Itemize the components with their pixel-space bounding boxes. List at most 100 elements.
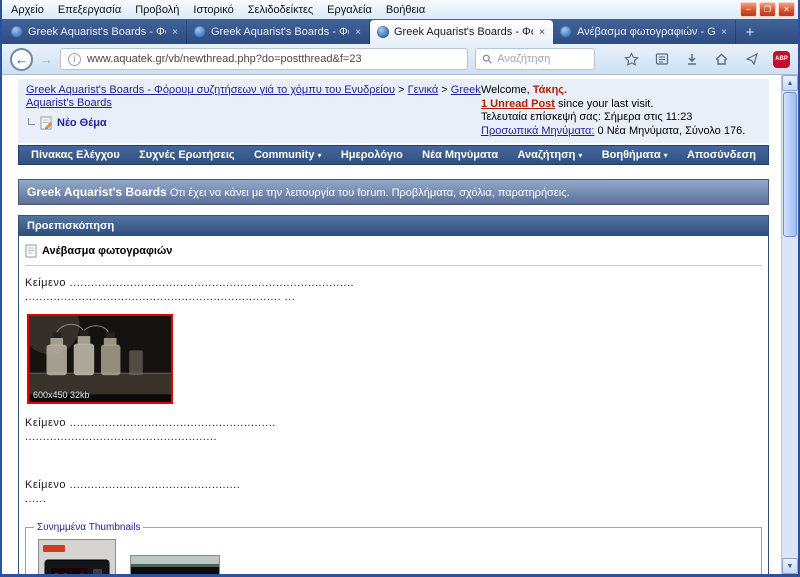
chevron-down-icon: ▾ (664, 151, 668, 160)
tab-close-icon[interactable]: × (720, 27, 728, 38)
scrollbar-thumb[interactable] (783, 92, 797, 237)
tab-title: Greek Aquarist's Boards - Φό... (28, 26, 166, 38)
minimize-button[interactable]: – (740, 2, 757, 17)
preview-panel: Προεπισκόπηση Ανέβασμα φωτογραφιών Κείμε… (18, 215, 769, 574)
post-icon (25, 244, 37, 258)
tab-close-icon[interactable]: × (354, 27, 362, 38)
breadcrumb-category-link[interactable]: Γενικά (408, 84, 439, 96)
site-favicon-icon (11, 26, 23, 38)
menu-edit[interactable]: Επεξεργασία (51, 2, 128, 18)
branch-icon (28, 118, 35, 125)
aquarium-photo (131, 556, 219, 574)
menu-bar: Αρχείο Επεξεργασία Προβολή Ιστορικό Σελι… (2, 0, 798, 19)
site-favicon-icon (560, 26, 572, 38)
chevron-down-icon: ▾ (317, 151, 321, 160)
navbar-item-control-panel[interactable]: Πίνακας Ελέγχου (31, 149, 120, 161)
downloads-icon[interactable] (683, 51, 700, 68)
bookmark-star-icon[interactable] (623, 51, 640, 68)
svg-text:28.8: 28.8 (53, 572, 87, 574)
new-thread-icon (40, 116, 52, 130)
window-controls: – ❐ ✕ (740, 2, 796, 17)
scroll-up-button[interactable]: ▲ (782, 75, 798, 91)
home-icon[interactable] (713, 51, 730, 68)
site-favicon-icon (377, 26, 389, 38)
welcome-panel: Welcome, Τάκης. 1 Unread Post since your… (481, 84, 761, 138)
tab-bar: Greek Aquarist's Boards - Φό... × Greek … (2, 19, 798, 44)
menu-help[interactable]: Βοήθεια (379, 2, 432, 18)
welcome-greeting: Welcome, (481, 84, 530, 96)
navbar-item-calendar[interactable]: Ημερολόγιο (341, 149, 403, 161)
chevron-down-icon: ▾ (578, 151, 582, 160)
back-button[interactable]: ← (10, 48, 33, 71)
tab-1[interactable]: Greek Aquarist's Boards - Φό... × (4, 20, 187, 44)
preview-header: Προεπισκόπηση (19, 216, 768, 236)
new-tab-button[interactable]: + (736, 20, 764, 44)
forum-section-header: Greek Aquarist's Boards Οτι έχει να κάνε… (18, 179, 769, 205)
reading-list-icon[interactable] (653, 51, 670, 68)
scrollbar-track[interactable] (782, 238, 798, 558)
url-bar[interactable]: i (60, 48, 468, 70)
attachments-legend: Συνημμένα Thumbnails (34, 522, 143, 533)
private-messages-link[interactable]: Προσωπικά Μηνύματα: (481, 125, 594, 137)
tab-4[interactable]: Ανέβασμα φωτογραφιών - Gr... × (553, 20, 736, 44)
vertical-scrollbar[interactable]: ▲ ▼ (781, 75, 798, 574)
menu-tools[interactable]: Εργαλεία (320, 2, 379, 18)
tab-close-icon[interactable]: × (538, 27, 546, 38)
forum-header-block: Greek Aquarist's Boards - Φόρουμ συζητήσ… (18, 79, 769, 143)
site-info-icon[interactable]: i (68, 53, 81, 66)
attachment-thumbnail-controller[interactable]: 28.8 400x400 14kb (38, 539, 116, 574)
forward-button[interactable]: → (40, 52, 53, 67)
last-visit-text: Τελευταία επίσκεψή σας: Σήμερα στις 11:2… (481, 111, 761, 125)
new-thread-label: Νέο Θέμα (57, 117, 107, 130)
post-paragraph: Κείμενο ................................… (25, 276, 762, 304)
section-title: Greek Aquarist's Boards (27, 185, 167, 199)
search-input[interactable] (497, 53, 588, 65)
navbar-item-search[interactable]: Αναζήτηση▾ (518, 149, 583, 161)
attachments-fieldset: Συνημμένα Thumbnails 28.8 (25, 522, 762, 574)
navbar-item-quick-links[interactable]: Βοηθήματα▾ (602, 149, 668, 161)
divider (25, 265, 762, 266)
search-box[interactable] (475, 48, 595, 70)
site-favicon-icon (194, 26, 206, 38)
adblock-icon[interactable]: ABP (773, 51, 790, 68)
breadcrumb-root-link[interactable]: Greek Aquarist's Boards - Φόρουμ συζητήσ… (26, 84, 395, 96)
browser-viewport: Greek Aquarist's Boards - Φόρουμ συζητήσ… (2, 75, 798, 574)
post-title: Ανέβασμα φωτογραφιών (42, 245, 172, 257)
menu-file[interactable]: Αρχείο (4, 2, 51, 18)
unread-post-link[interactable]: 1 Unread Post (481, 98, 555, 110)
menu-history[interactable]: Ιστορικό (186, 2, 240, 18)
menu-bookmarks[interactable]: Σελιδοδείκτες (241, 2, 320, 18)
temperature-controller-photo: 28.8 (39, 540, 115, 574)
tab-2[interactable]: Greek Aquarist's Boards - Φό... × (187, 20, 370, 44)
tab-title: Greek Aquarist's Boards - Φό... (394, 26, 533, 38)
post-paragraph: Κείμενο ................................… (25, 416, 762, 444)
tab-3-active[interactable]: Greek Aquarist's Boards - Φό... × (370, 20, 553, 44)
new-thread-title: Νέο Θέμα (26, 116, 481, 130)
breadcrumb-separator: > (398, 84, 404, 96)
forum-page: Greek Aquarist's Boards - Φόρουμ συζητήσ… (2, 75, 781, 574)
breadcrumb: Greek Aquarist's Boards - Φόρουμ συζητήσ… (26, 84, 481, 138)
navbar-item-community[interactable]: Community▾ (254, 149, 322, 161)
toolbar-icons: ABP (623, 51, 790, 68)
navbar-item-faq[interactable]: Συχνές Ερωτήσεις (139, 149, 234, 161)
tab-close-icon[interactable]: × (171, 27, 179, 38)
breadcrumb-separator: > (441, 84, 447, 96)
navigation-toolbar: ← → i ABP (2, 44, 798, 75)
navbar-item-logout[interactable]: Αποσύνδεση (687, 149, 756, 161)
private-messages-summary: 0 Νέα Μηνύματα, Σύνολο 176. (598, 125, 746, 137)
url-input[interactable] (87, 53, 460, 65)
tab-title: Ανέβασμα φωτογραφιών - Gr... (577, 26, 715, 38)
post-paragraph: Κείμενο ................................… (25, 478, 762, 506)
attachment-thumbnail-aquarium[interactable]: 500x375 44kb (130, 555, 220, 574)
tab-title: Greek Aquarist's Boards - Φό... (211, 26, 349, 38)
inline-image[interactable]: 600x450 32kb (27, 314, 173, 404)
search-icon (482, 53, 492, 65)
navbar-item-new-posts[interactable]: Νέα Μηνύματα (422, 149, 498, 161)
scroll-down-button[interactable]: ▼ (782, 558, 798, 574)
restore-button[interactable]: ❐ (759, 2, 776, 17)
share-icon[interactable] (743, 51, 760, 68)
close-button[interactable]: ✕ (778, 2, 795, 17)
username-link[interactable]: Τάκης. (533, 84, 567, 96)
menu-view[interactable]: Προβολή (128, 2, 186, 18)
forum-navbar: Πίνακας Ελέγχου Συχνές Ερωτήσεις Communi… (18, 145, 769, 165)
